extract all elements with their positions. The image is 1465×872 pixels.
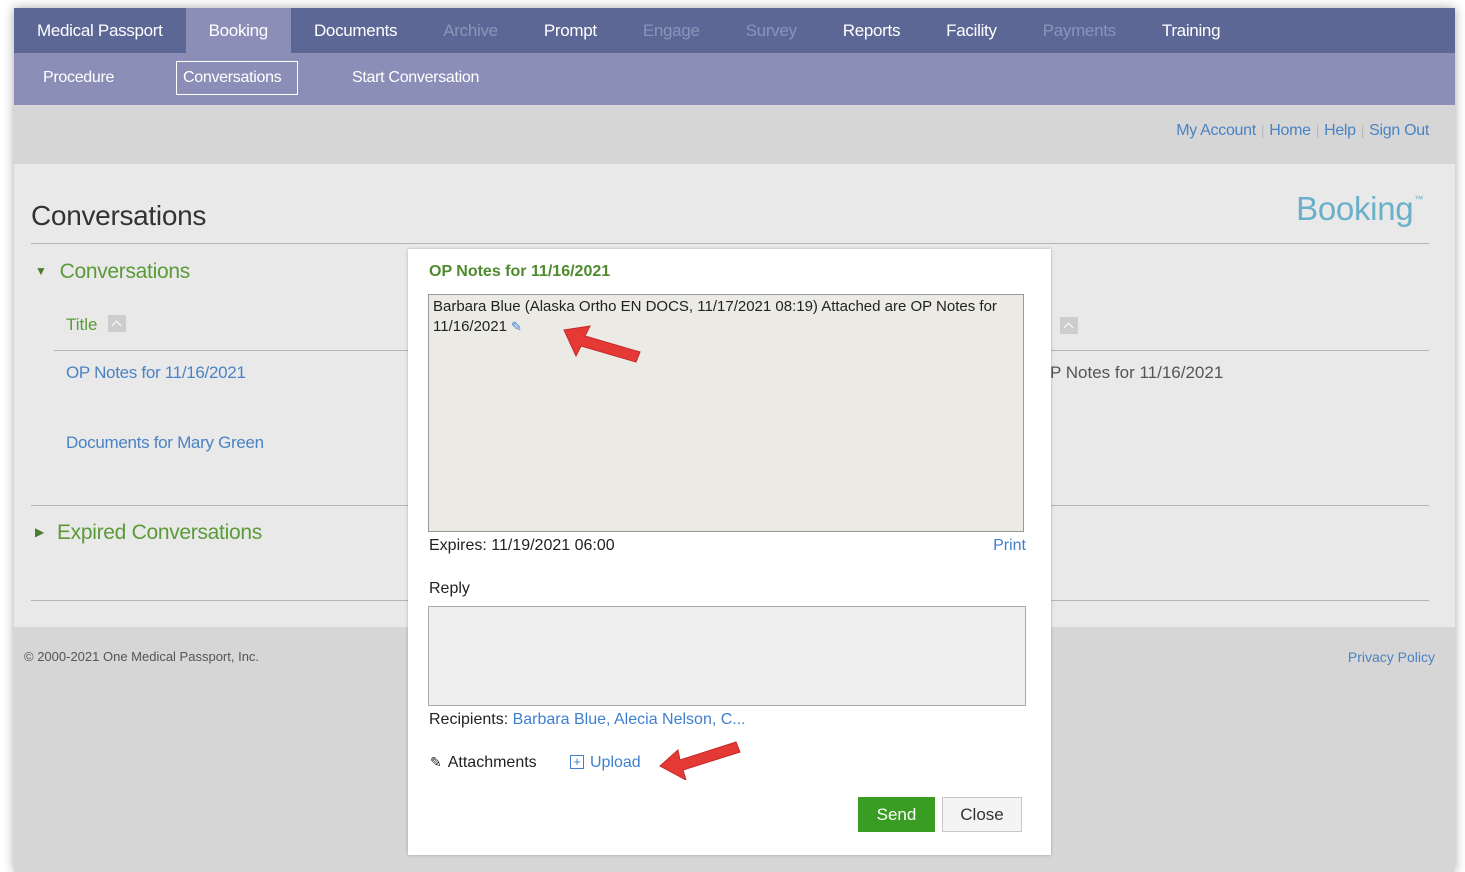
nav-tab-survey: Survey	[745, 20, 797, 40]
link-separator: |	[1315, 122, 1320, 138]
privacy-policy-link[interactable]: Privacy Policy	[1348, 649, 1435, 665]
message-thread: Barbara Blue (Alaska Ortho EN DOCS, 11/1…	[428, 294, 1024, 532]
sort-ascending-icon[interactable]	[1060, 317, 1078, 334]
nav-tab-engage: Engage	[642, 20, 700, 40]
title-divider	[31, 243, 1429, 244]
triangle-down-icon: ▼	[35, 264, 47, 278]
home-link[interactable]: Home	[1269, 122, 1311, 139]
footer-copyright: © 2000-2021 One Medical Passport, Inc.	[24, 649, 260, 664]
nav-tab-medical-passport[interactable]: Medical Passport	[14, 8, 186, 53]
nav-tab-prompt[interactable]: Prompt	[521, 8, 620, 53]
link-separator: |	[1260, 122, 1265, 138]
account-links: My Account | Home | Help | Sign Out	[1176, 122, 1429, 140]
red-arrow-icon	[659, 741, 741, 780]
nav-tab-archive: Archive	[443, 20, 498, 40]
conversation-link-documents[interactable]: Documents for Mary Green	[66, 433, 264, 453]
sub-nav: Procedure Conversations Start Conversati…	[14, 53, 1455, 105]
attachments-label: Attachments	[447, 754, 537, 771]
expired-section-heading: Expired Conversations	[56, 521, 262, 544]
conversation-row-trailing-text: P Notes for 11/16/2021	[1050, 363, 1224, 382]
subnav-procedure[interactable]: Procedure	[43, 61, 114, 95]
nav-tab-payments: Payments	[1042, 20, 1116, 40]
send-button[interactable]: Send	[858, 797, 935, 832]
upload-label: Upload	[590, 754, 641, 771]
attachments-row: ✎ Attachments	[430, 754, 537, 772]
plus-box-icon: +	[570, 755, 584, 769]
recipients-row: Recipients: Barbara Blue, Alecia Nelson,…	[429, 711, 746, 729]
title-column-header[interactable]: Title	[66, 315, 126, 335]
link-separator: |	[1360, 122, 1365, 138]
triangle-right-icon: ▶	[35, 525, 44, 539]
nav-tab-booking[interactable]: Booking	[185, 8, 291, 53]
help-link[interactable]: Help	[1324, 122, 1356, 139]
paperclip-icon[interactable]: ✎	[511, 319, 522, 334]
close-button[interactable]: Close	[942, 797, 1022, 832]
print-link[interactable]: Print	[993, 537, 1026, 555]
expired-section-toggle[interactable]: ▶ Expired Conversations	[35, 521, 262, 545]
subnav-start-conversation[interactable]: Start Conversation	[352, 61, 479, 95]
brand-logo: Booking™	[1296, 190, 1423, 228]
nav-tab-training[interactable]: Training	[1139, 8, 1243, 53]
expires-text: Expires: 11/19/2021 06:00	[429, 537, 615, 554]
nav-tab-documents[interactable]: Documents	[291, 8, 420, 53]
brand-name: Booking	[1296, 190, 1414, 227]
upload-link[interactable]: + Upload	[570, 754, 641, 772]
conversations-section-toggle[interactable]: ▼ Conversations	[35, 260, 190, 284]
nav-tab-facility[interactable]: Facility	[923, 8, 1020, 53]
paperclip-icon: ✎	[430, 754, 442, 770]
sign-out-link[interactable]: Sign Out	[1369, 122, 1429, 139]
dialog-title: OP Notes for 11/16/2021	[429, 263, 611, 280]
page-title: Conversations	[31, 200, 207, 231]
conversations-section-heading: Conversations	[59, 260, 191, 283]
my-account-link[interactable]: My Account	[1176, 122, 1256, 139]
reply-label: Reply	[429, 580, 470, 597]
brand-trademark: ™	[1414, 194, 1423, 204]
subnav-conversations[interactable]: Conversations	[176, 61, 298, 95]
top-nav: Medical Passport Booking Documents Archive P…	[14, 8, 1455, 53]
recipients-link[interactable]: Barbara Blue, Alecia Nelson, C...	[513, 711, 746, 728]
sort-ascending-icon[interactable]	[107, 315, 126, 332]
reply-textarea[interactable]	[428, 606, 1026, 706]
recipients-label: Recipients:	[429, 711, 509, 728]
title-column-label: Title	[66, 315, 98, 334]
red-arrow-icon	[563, 325, 641, 363]
conversation-link-op-notes[interactable]: OP Notes for 11/16/2021	[66, 363, 246, 383]
nav-tab-reports[interactable]: Reports	[820, 8, 923, 53]
